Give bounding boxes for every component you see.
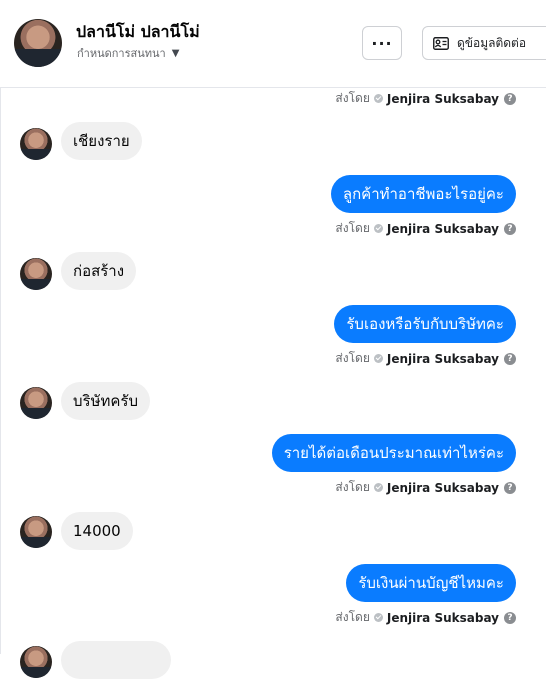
customer-avatar-small[interactable]: [20, 516, 52, 548]
sent-by-prefix: ส่งโดย: [335, 351, 370, 365]
sent-by-line: ส่งโดย Jenjira Suksabay ?: [335, 349, 516, 368]
customer-avatar[interactable]: [14, 19, 62, 67]
sent-by-prefix: ส่งโดย: [335, 610, 370, 624]
sent-check-icon: [373, 483, 383, 492]
incoming-message-partial[interactable]: [61, 641, 171, 679]
agent-name: Jenjira Suksabay: [386, 351, 499, 366]
info-icon[interactable]: ?: [504, 352, 516, 365]
conversation-status-label: กำหนดการสนทนา: [77, 47, 166, 60]
customer-avatar-small[interactable]: [20, 128, 52, 160]
agent-name: Jenjira Suksabay: [386, 91, 499, 106]
customer-name[interactable]: ปลานีโม่ ปลานีโม่: [76, 20, 200, 45]
incoming-message[interactable]: เชียงราย: [61, 122, 142, 160]
sent-check-icon: [373, 354, 383, 363]
sent-by-line: ส่งโดย Jenjira Suksabay ?: [335, 478, 516, 497]
sent-by-line: ส่งโดย Jenjira Suksabay ?: [335, 89, 516, 108]
contact-card-icon: [433, 36, 449, 50]
more-options-button[interactable]: ···: [362, 26, 402, 60]
sent-check-icon: [373, 224, 383, 233]
customer-avatar-small[interactable]: [20, 646, 52, 678]
sent-by-line: ส่งโดย Jenjira Suksabay ?: [335, 608, 516, 627]
info-icon[interactable]: ?: [504, 611, 516, 624]
conversation-header: ปลานีโม่ ปลานีโม่ กำหนดการสนทนา ▼ ··· ดู…: [0, 0, 546, 88]
outgoing-message[interactable]: รับเองหรือรับกับบริษัทคะ: [334, 305, 516, 343]
info-icon[interactable]: ?: [504, 481, 516, 494]
view-contact-button[interactable]: ดูข้อมูลติดต่อ: [422, 26, 546, 60]
outgoing-message[interactable]: รับเงินผ่านบัญชีไหมคะ: [346, 564, 516, 602]
incoming-message[interactable]: 14000: [61, 512, 133, 550]
view-contact-label: ดูข้อมูลติดต่อ: [457, 35, 527, 50]
sent-by-line: ส่งโดย Jenjira Suksabay ?: [335, 219, 516, 238]
sent-check-icon: [373, 613, 383, 622]
agent-name: Jenjira Suksabay: [386, 221, 499, 236]
incoming-message[interactable]: บริษัทครับ: [61, 382, 150, 420]
caret-down-icon: ▼: [171, 47, 180, 59]
customer-avatar-small[interactable]: [20, 387, 52, 419]
incoming-message[interactable]: ก่อสร้าง: [61, 252, 137, 290]
sent-by-prefix: ส่งโดย: [335, 91, 370, 105]
sent-check-icon: [373, 94, 383, 103]
agent-name: Jenjira Suksabay: [386, 480, 499, 495]
customer-avatar-small[interactable]: [20, 258, 52, 290]
agent-name: Jenjira Suksabay: [386, 610, 499, 625]
outgoing-message[interactable]: ลูกค้าทำอาชีพอะไรอยู่คะ: [330, 175, 516, 213]
info-icon[interactable]: ?: [504, 222, 516, 235]
info-icon[interactable]: ?: [504, 92, 516, 105]
conversation-status[interactable]: กำหนดการสนทนา ▼: [77, 44, 179, 62]
outgoing-message[interactable]: รายได้ต่อเดือนประมาณเท่าไหร่คะ: [271, 434, 516, 472]
sent-by-prefix: ส่งโดย: [335, 480, 370, 494]
sent-by-prefix: ส่งโดย: [335, 221, 370, 235]
panel-left-border: [0, 0, 1, 654]
